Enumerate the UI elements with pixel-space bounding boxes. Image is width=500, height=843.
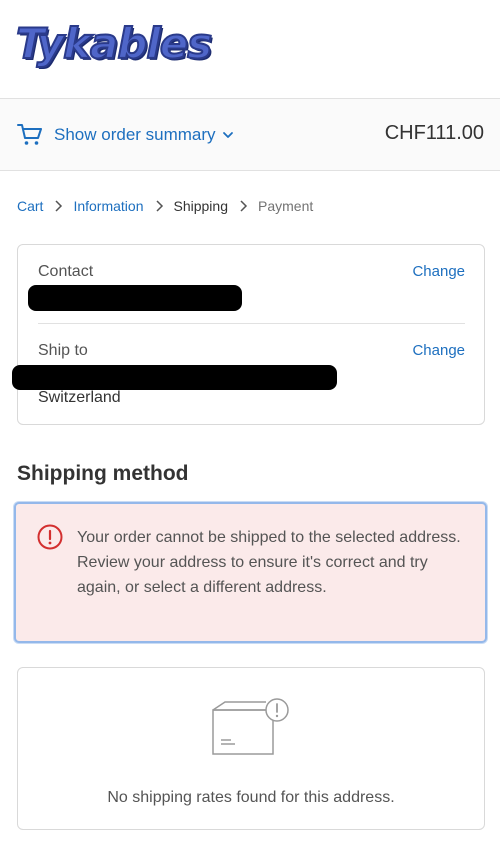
error-icon — [37, 524, 63, 550]
breadcrumb-cart[interactable]: Cart — [17, 198, 43, 214]
review-block: Contact Change Ship to Change Switzerlan… — [12, 244, 485, 425]
chevron-down-icon — [222, 132, 233, 138]
header: Tykables — [0, 0, 500, 98]
cart-icon — [17, 124, 42, 145]
chevron-right-icon — [55, 200, 63, 212]
shipping-error-alert: Your order cannot be shipped to the sele… — [14, 502, 487, 643]
store-logo-text: Tykables — [15, 18, 213, 69]
show-order-summary-button[interactable]: Show order summary — [54, 125, 234, 145]
shipping-method-title: Shipping method — [17, 462, 189, 485]
no-rates-message: No shipping rates found for this address… — [107, 789, 395, 806]
divider — [38, 323, 465, 324]
breadcrumb-shipping: Shipping — [173, 198, 229, 214]
chevron-right-icon — [155, 200, 163, 212]
shipping-rates-box: No shipping rates found for this address… — [17, 667, 485, 830]
ship-to-country: Switzerland — [38, 389, 121, 406]
breadcrumb-information[interactable]: Information — [73, 198, 143, 214]
ship-to-label: Ship to — [38, 342, 88, 359]
breadcrumb-payment: Payment — [258, 198, 314, 214]
contact-label: Contact — [38, 263, 94, 280]
shipping-error-message: Your order cannot be shipped to the sele… — [77, 529, 461, 596]
chevron-right-icon — [240, 200, 248, 212]
order-total: CHF111.00 — [384, 122, 484, 144]
redacted-address — [12, 365, 337, 390]
breadcrumb: Cart Information Shipping Payment — [17, 198, 313, 214]
store-logo[interactable]: Tykables — [15, 18, 213, 70]
ship-to-change-link[interactable]: Change — [412, 342, 465, 359]
order-summary-bar: Show order summary CHF111.00 — [0, 98, 500, 171]
contact-change-link[interactable]: Change — [412, 263, 465, 280]
redacted-contact — [28, 285, 242, 311]
package-warning-icon — [212, 698, 289, 755]
show-order-summary-label: Show order summary — [54, 125, 216, 144]
